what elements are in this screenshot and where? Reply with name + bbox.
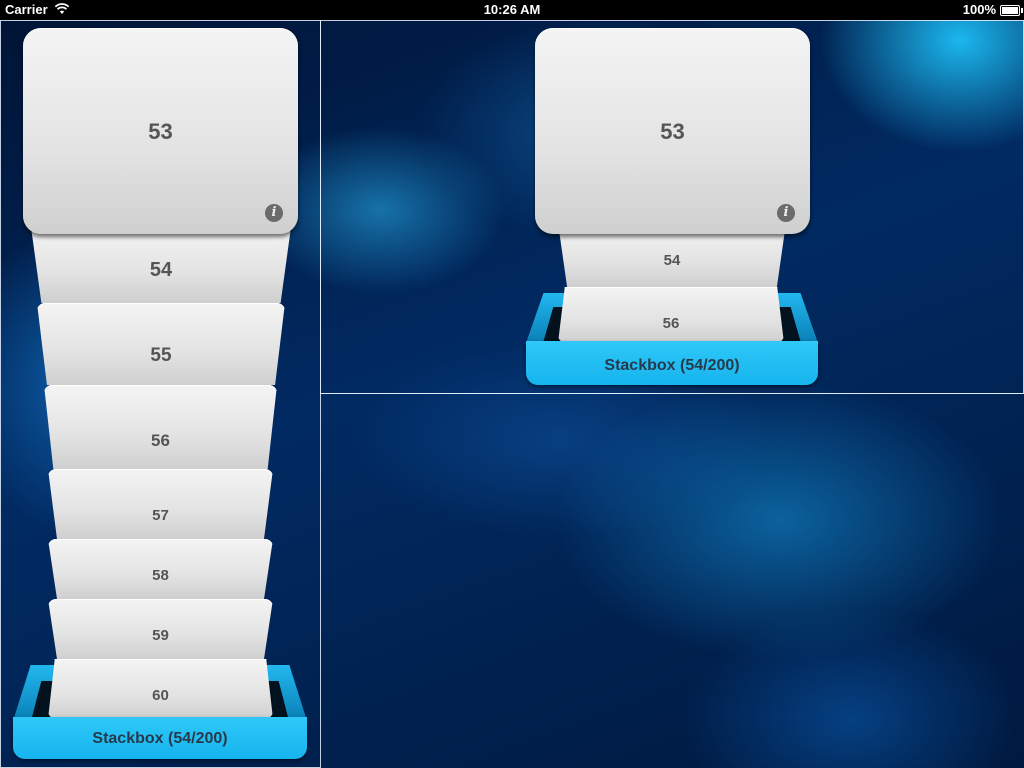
info-icon[interactable]: i bbox=[777, 204, 795, 222]
stack-card[interactable]: 60 bbox=[48, 659, 273, 719]
battery-icon bbox=[1000, 5, 1023, 16]
right-stack-panel: 56 54 53 i Stackbox (54/200) bbox=[320, 20, 1024, 394]
clock: 10:26 AM bbox=[483, 2, 541, 17]
status-bar: Carrier 10:26 AM 100% bbox=[0, 0, 1024, 20]
right-stackbox-tray: Stackbox (54/200) bbox=[526, 341, 818, 385]
stack-card[interactable]: 55 bbox=[37, 303, 285, 385]
stack-card[interactable]: 59 bbox=[48, 599, 273, 659]
stack-card[interactable]: 57 bbox=[48, 469, 273, 539]
left-stackbox-tray: Stackbox (54/200) bbox=[13, 717, 307, 759]
stack-card-top[interactable]: 53 i bbox=[535, 28, 810, 234]
info-icon[interactable]: i bbox=[265, 204, 283, 222]
stack-card-top[interactable]: 53 i bbox=[23, 28, 298, 234]
right-stackbox-label: Stackbox (54/200) bbox=[604, 357, 740, 374]
stack-card[interactable]: 56 bbox=[558, 287, 784, 343]
left-stack-panel: 60 59 58 57 56 55 54 53 i Stackbox (54/2… bbox=[0, 20, 321, 768]
empty-panel bbox=[320, 393, 1024, 768]
battery-percentage: 100% bbox=[962, 2, 996, 17]
stack-card[interactable]: 58 bbox=[48, 539, 273, 599]
stack-card[interactable]: 54 bbox=[31, 227, 291, 303]
stack-card[interactable]: 56 bbox=[44, 385, 277, 469]
left-stackbox-label: Stackbox (54/200) bbox=[92, 730, 228, 747]
